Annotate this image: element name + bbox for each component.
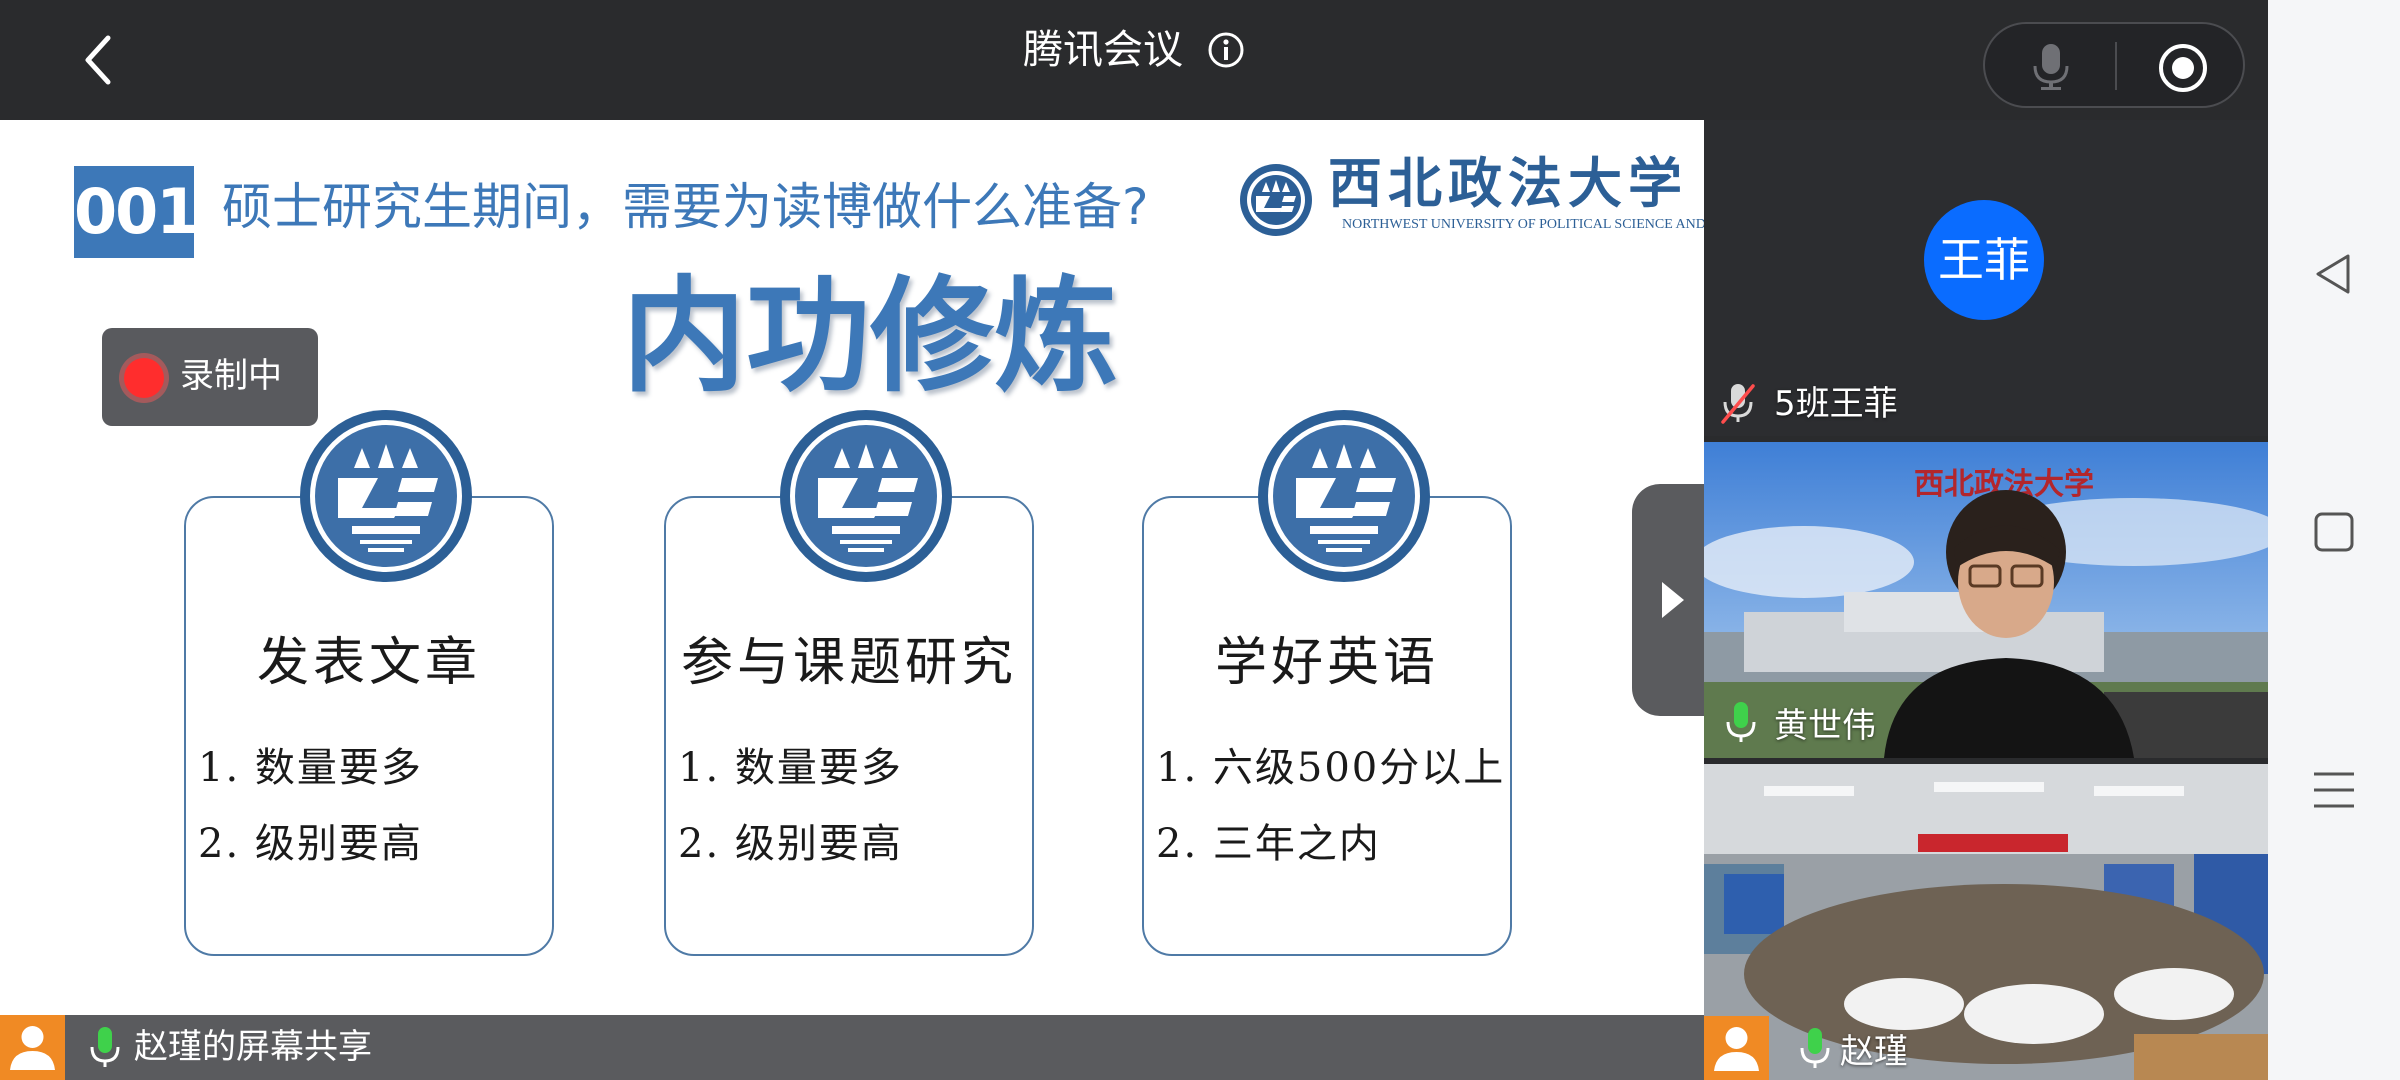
participant-name: 赵瑾 xyxy=(1840,1032,1908,1072)
info-icon[interactable] xyxy=(1207,31,1245,69)
call-controls xyxy=(1983,22,2245,108)
card-publish: 发表文章 1. 数量要多 2. 级别要高 xyxy=(184,410,554,956)
person-icon xyxy=(10,1026,55,1070)
square-home-icon[interactable] xyxy=(2308,506,2360,558)
university-name-en: NORTHWEST UNIVERSITY OF POLITICAL SCIENC… xyxy=(1342,217,1704,232)
card-item: 1. 数量要多 xyxy=(678,745,903,791)
slide-number: 001 xyxy=(74,166,199,258)
triangle-back-icon[interactable] xyxy=(2308,248,2360,300)
microphone-icon xyxy=(1800,1028,1830,1068)
system-navigation-bar xyxy=(2268,0,2400,1080)
microphone-muted-icon xyxy=(1721,384,1755,424)
microphone-icon xyxy=(90,1027,120,1067)
controls-divider xyxy=(2115,42,2117,90)
menu-lines-icon[interactable] xyxy=(2308,764,2360,816)
participant-panel: 王菲 5班王菲 西北政法大学 黄世伟 赵瑾 xyxy=(1704,120,2268,1080)
university-emblem-icon xyxy=(1240,164,1312,236)
next-page-button[interactable] xyxy=(1632,484,1704,716)
card-item: 1. 数量要多 xyxy=(198,745,423,791)
recording-label: 录制中 xyxy=(180,356,282,396)
university-logo: 西北政法大学 NORTHWEST UNIVERSITY OF POLITICAL… xyxy=(1238,150,1704,250)
participant-name: 5班王菲 xyxy=(1774,384,1898,424)
card-research: 参与课题研究 1. 数量要多 2. 级别要高 xyxy=(664,410,1034,956)
university-emblem-icon xyxy=(780,410,952,582)
top-bar: 腾讯会议 xyxy=(0,0,2268,120)
slide-question: 硕士研究生期间，需要为读博做什么准备? xyxy=(222,178,1149,236)
participant-tile[interactable]: 赵瑾 xyxy=(1704,764,2268,1080)
card-item: 1. 六级500分以上 xyxy=(1156,745,1506,791)
screen-share-bar: 赵瑾的屏幕共享 xyxy=(0,1015,1704,1080)
card-title: 发表文章 xyxy=(256,633,481,693)
microphone-icon[interactable] xyxy=(2025,40,2077,92)
university-emblem-icon xyxy=(300,410,472,582)
card-english: 学好英语 1. 六级500分以上 2. 三年之内 xyxy=(1142,410,1512,956)
meeting-title: 腾讯会议 xyxy=(1023,27,1183,73)
microphone-icon xyxy=(1726,702,1756,742)
avatar xyxy=(1704,1016,1769,1080)
person-icon xyxy=(1714,1027,1759,1071)
play-triangle-icon xyxy=(1662,582,1684,618)
card-title: 学好英语 xyxy=(1214,633,1439,693)
shared-slide: 001 硕士研究生期间，需要为读博做什么准备? 西北政法大学 NORTHWEST… xyxy=(0,120,1704,1015)
participant-name: 黄世伟 xyxy=(1774,706,1876,746)
participant-tile[interactable]: 西北政法大学 黄世伟 xyxy=(1704,442,2268,758)
university-name-cn: 西北政法大学 xyxy=(1328,151,1688,215)
screen-share-label: 赵瑾的屏幕共享 xyxy=(134,1027,372,1067)
participant-tile[interactable]: 王菲 5班王菲 xyxy=(1704,120,2268,436)
card-item: 2. 级别要高 xyxy=(678,821,903,867)
card-item: 2. 三年之内 xyxy=(1156,821,1381,867)
card-item: 2. 级别要高 xyxy=(198,821,423,867)
avatar: 王菲 xyxy=(1924,200,2044,320)
recording-dot-icon xyxy=(124,358,164,398)
university-emblem-icon xyxy=(1258,410,1430,582)
card-title: 参与课题研究 xyxy=(680,633,1017,693)
recording-badge: 录制中 xyxy=(102,328,318,426)
avatar xyxy=(0,1015,65,1080)
video-feed xyxy=(1704,764,2268,1080)
title-row: 腾讯会议 xyxy=(0,24,2268,76)
record-icon[interactable] xyxy=(2157,42,2209,94)
